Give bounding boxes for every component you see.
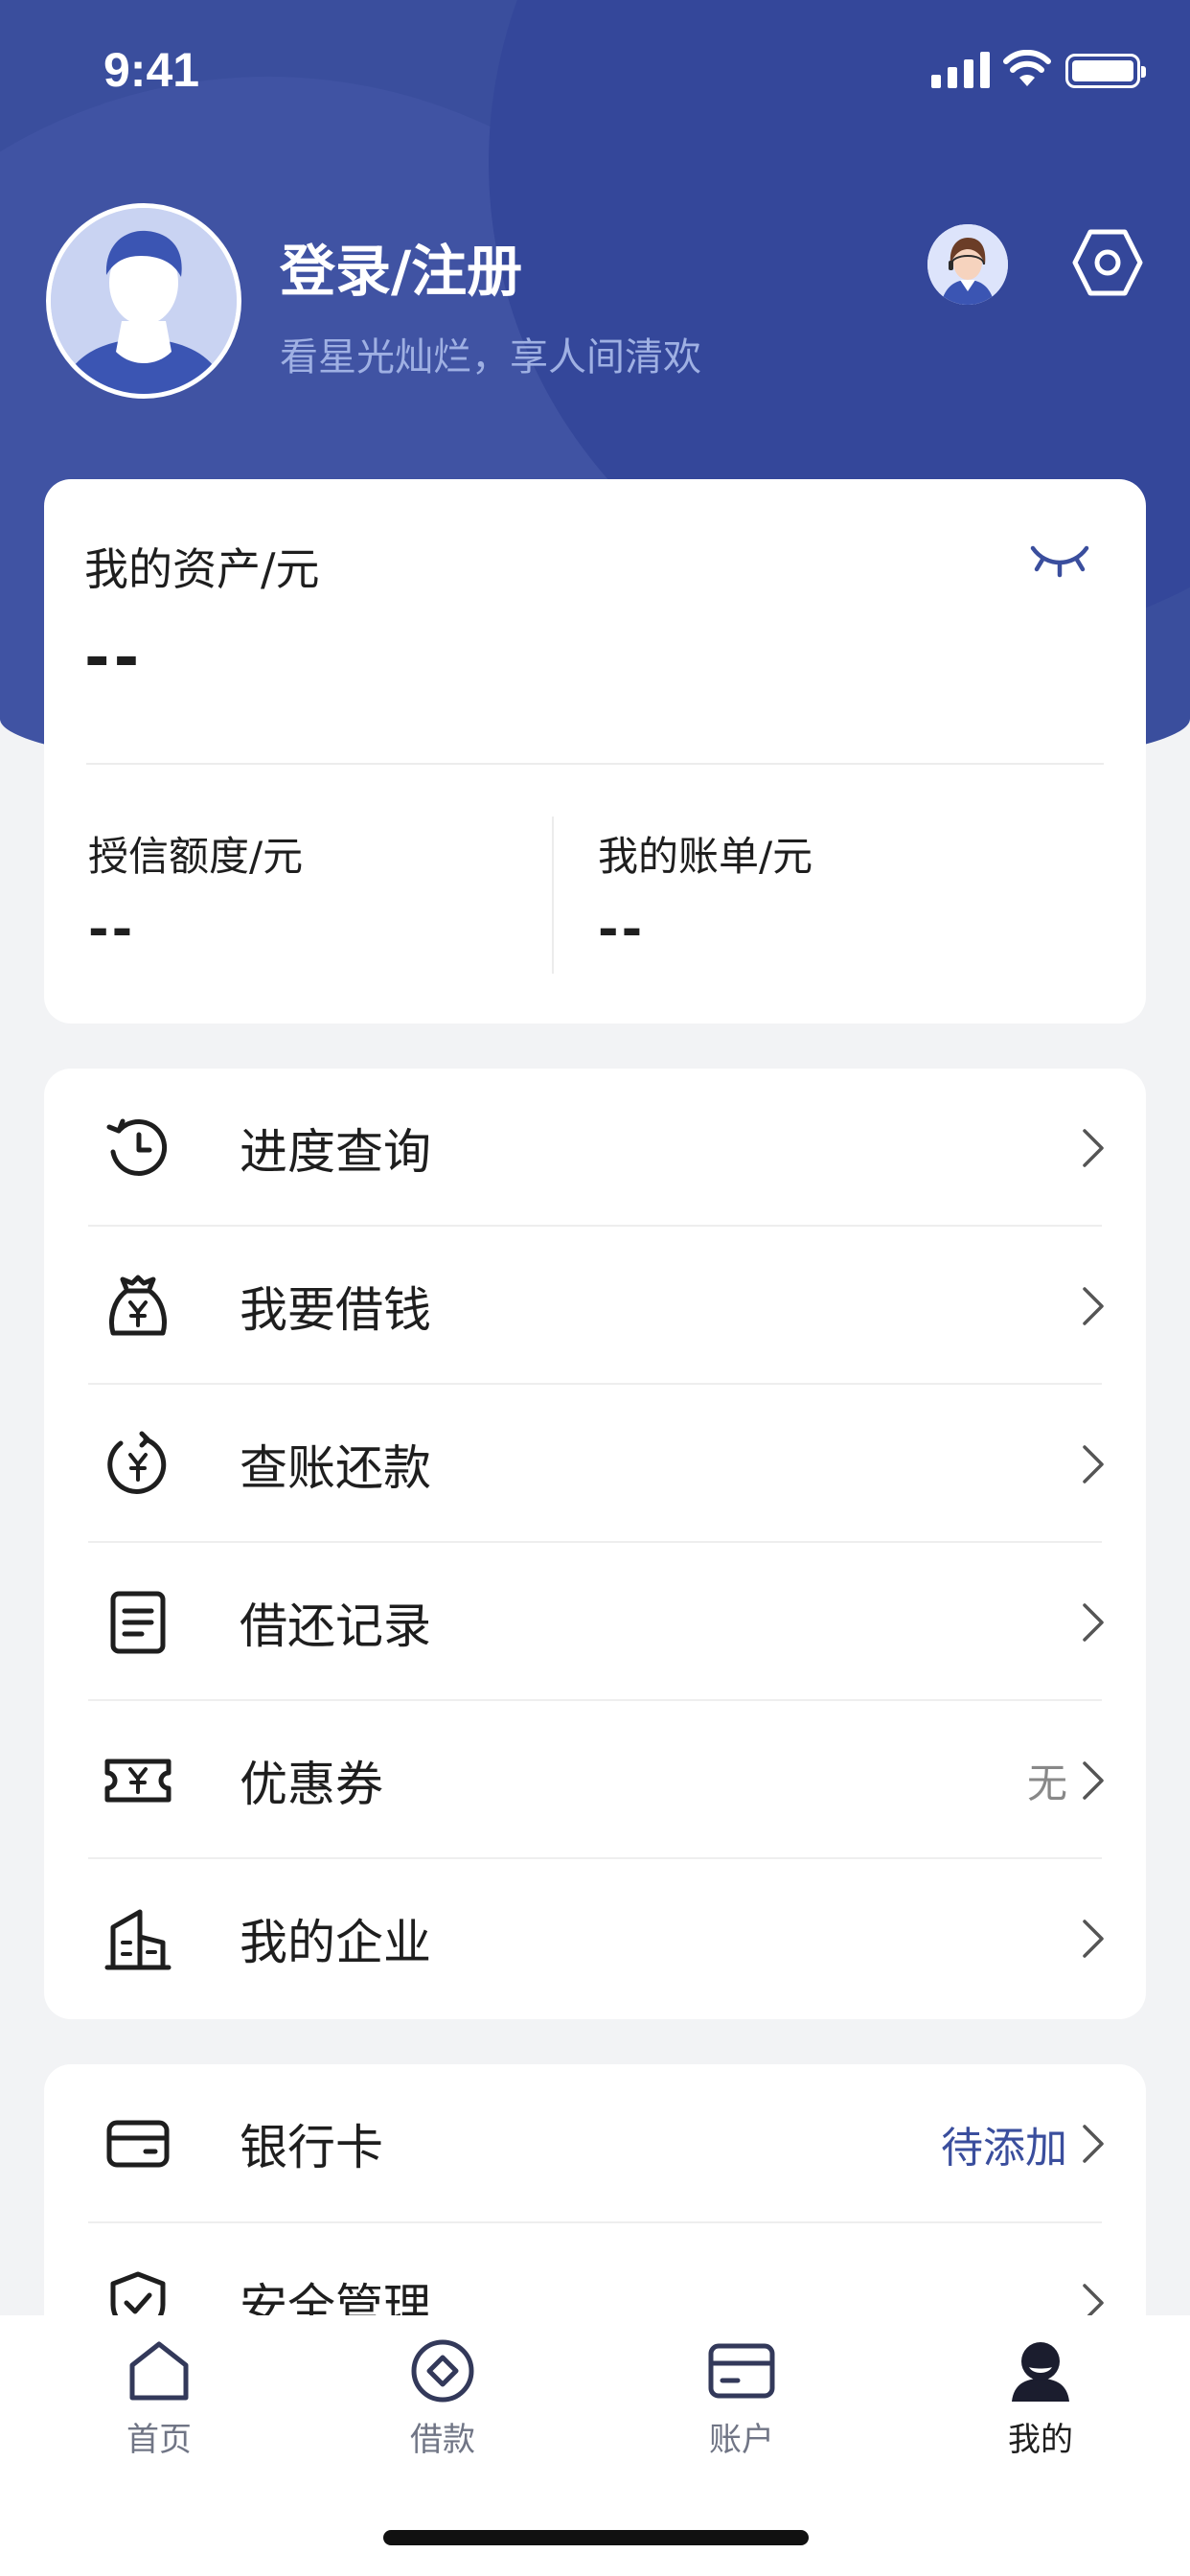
status-bar: 9:41 <box>0 0 1190 144</box>
tab-label: 账户 <box>709 2421 774 2459</box>
cellular-signal-icon <box>931 52 990 88</box>
credit-limit-value: -- <box>88 901 136 958</box>
menu-item-enterprise[interactable]: 我的企业 <box>44 1859 1146 2017</box>
profile-icon <box>1012 2342 1069 2402</box>
money-bag-icon <box>109 1275 167 1335</box>
coupon-icon <box>104 1759 172 1802</box>
tab-account[interactable]: 账户 <box>646 2336 837 2480</box>
menu-item-bank-card[interactable]: 银行卡 待添加 <box>44 2064 1146 2223</box>
menu-item-label: 我的企业 <box>240 1914 431 1970</box>
vertical-divider <box>552 816 554 974</box>
login-register-link[interactable]: 登录/注册 <box>280 226 522 307</box>
menu-item-label: 我要借钱 <box>240 1281 431 1338</box>
tab-home[interactable]: 首页 <box>63 2336 255 2480</box>
battery-icon <box>1065 54 1146 88</box>
chevron-right-icon <box>1083 1444 1104 1484</box>
menu-item-label: 查账还款 <box>240 1439 431 1496</box>
settings-icon[interactable] <box>1071 226 1144 299</box>
menu-item-label: 优惠券 <box>240 1756 383 1812</box>
chevron-right-icon <box>1083 2125 1104 2163</box>
menu-item-records[interactable]: 借还记录 <box>44 1543 1146 1701</box>
customer-service-icon[interactable] <box>927 224 1008 305</box>
asset-card: 我的资产/元 -- 授信额度/元 -- 我的账单/元 -- <box>44 479 1146 1024</box>
progress-clock-icon <box>106 1118 168 1176</box>
menu-item-coupons[interactable]: 优惠券 无 <box>44 1701 1146 1859</box>
divider <box>86 763 1104 765</box>
loan-diamond-icon <box>411 2339 474 2403</box>
menu-item-borrow[interactable]: 我要借钱 <box>44 1227 1146 1385</box>
eye-closed-icon[interactable] <box>1029 540 1090 579</box>
menu-item-progress[interactable]: 进度查询 <box>44 1069 1146 1227</box>
menu-item-label: 进度查询 <box>240 1123 431 1180</box>
menu-item-label: 借还记录 <box>240 1598 431 1654</box>
tab-label: 借款 <box>410 2421 475 2459</box>
coupon-count: 无 <box>1026 1760 1067 1806</box>
user-avatar[interactable] <box>46 203 241 399</box>
bank-card-icon <box>106 2120 170 2168</box>
tab-profile[interactable]: 我的 <box>945 2336 1136 2480</box>
asset-title: 我的资产/元 <box>84 543 320 595</box>
asset-value: -- <box>84 623 144 694</box>
slogan-text: 看星光灿烂，享人间清欢 <box>280 335 701 380</box>
repay-refresh-icon <box>107 1431 167 1494</box>
my-bill-value: -- <box>598 901 646 958</box>
menu-item-label: 银行卡 <box>240 2120 383 2175</box>
chevron-right-icon <box>1083 1128 1104 1167</box>
credit-limit-label: 授信额度/元 <box>88 833 304 880</box>
status-time: 9:41 <box>103 43 200 97</box>
my-bill-label[interactable]: 我的账单/元 <box>598 824 812 883</box>
chevron-right-icon <box>1083 1919 1104 1958</box>
home-icon <box>129 2341 189 2401</box>
tab-loan[interactable]: 借款 <box>347 2336 538 2480</box>
chevron-right-icon <box>1083 1602 1104 1642</box>
tab-label: 我的 <box>1008 2421 1073 2459</box>
chevron-right-icon <box>1083 1286 1104 1325</box>
wifi-icon <box>1003 50 1051 86</box>
record-list-icon <box>110 1591 166 1653</box>
bank-card-status: 待添加 <box>941 2124 1067 2173</box>
building-icon <box>104 1909 172 1969</box>
menu-item-repay[interactable]: 查账还款 <box>44 1385 1146 1543</box>
home-indicator[interactable] <box>383 2530 809 2545</box>
tab-label: 首页 <box>126 2421 192 2459</box>
chevron-right-icon <box>1083 1760 1104 1800</box>
menu-card: 进度查询 我要借钱 查账还款 借还记录 优惠券 无 我的企业 <box>44 1069 1146 2019</box>
account-card-icon <box>708 2343 775 2399</box>
